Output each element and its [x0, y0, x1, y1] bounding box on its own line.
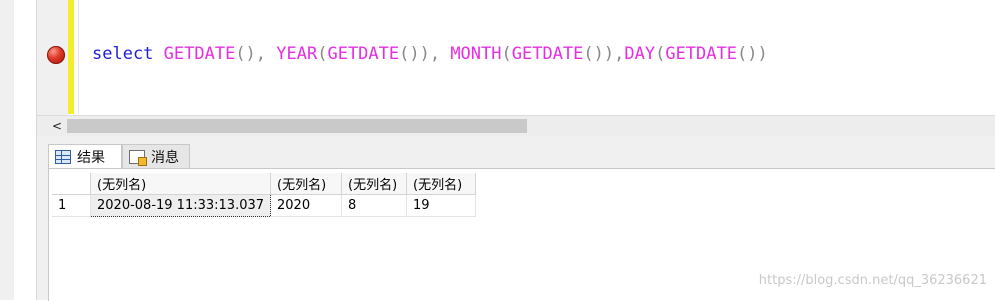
- tab-results[interactable]: 结果: [48, 144, 122, 169]
- code-token-pn: (: [317, 44, 328, 64]
- column-header[interactable]: (无列名): [406, 173, 477, 195]
- code-token-fn: GETDATE: [327, 44, 400, 64]
- message-icon: [129, 150, 147, 166]
- watermark: https://blog.csdn.net/qq_36236621: [758, 273, 987, 288]
- code-token-pn: (),: [235, 44, 277, 64]
- grid-icon: [55, 150, 71, 164]
- code-token-pn: (: [501, 44, 512, 64]
- grid-cell[interactable]: 2020: [270, 194, 343, 217]
- grid-header-row: (无列名) (无列名) (无列名) (无列名): [52, 173, 477, 195]
- sql-code-line[interactable]: select GETDATE(), YEAR(GETDATE()), MONTH…: [92, 43, 768, 65]
- scroll-left-arrow-icon[interactable]: <: [49, 116, 65, 136]
- code-token-kw: select: [92, 44, 164, 64]
- breakpoint-icon[interactable]: [47, 46, 65, 64]
- code-token-pn: (: [655, 44, 666, 64]
- code-token-fn: GETDATE: [163, 44, 236, 64]
- tab-messages-label: 消息: [151, 150, 179, 166]
- code-token-fn: GETDATE: [665, 44, 737, 64]
- tab-messages[interactable]: 消息: [122, 144, 190, 170]
- tab-results-label: 结果: [77, 150, 105, 166]
- change-indicator-bar: [68, 0, 74, 114]
- grid-cell[interactable]: 8: [341, 194, 408, 217]
- code-token-fn: YEAR: [276, 44, 318, 64]
- results-grid[interactable]: (无列名) (无列名) (无列名) (无列名) 1 2020-08-19 11:…: [52, 173, 477, 217]
- column-header[interactable]: (无列名): [90, 173, 272, 195]
- column-header[interactable]: (无列名): [341, 173, 408, 195]
- row-number[interactable]: 1: [52, 194, 91, 217]
- code-token-fn: GETDATE: [511, 44, 584, 64]
- row-number-header[interactable]: [52, 173, 91, 195]
- horizontal-scrollbar[interactable]: <: [37, 115, 995, 137]
- table-row[interactable]: 1 2020-08-19 11:33:13.037 2020 8 19: [52, 194, 477, 217]
- column-header[interactable]: (无列名): [270, 173, 343, 195]
- code-token-fn: DAY: [624, 44, 656, 64]
- window-left-edge: [0, 0, 14, 300]
- code-token-pn: ()),: [399, 44, 451, 64]
- grid-cell[interactable]: 2020-08-19 11:33:13.037: [89, 194, 272, 217]
- grid-cell[interactable]: 19: [406, 194, 477, 217]
- code-token-pn: ()): [736, 44, 768, 64]
- code-token-fn: MONTH: [450, 44, 502, 64]
- editor-margin-line: [78, 0, 79, 114]
- code-token-pn: ()),: [583, 44, 625, 64]
- scrollbar-thumb[interactable]: [67, 119, 527, 133]
